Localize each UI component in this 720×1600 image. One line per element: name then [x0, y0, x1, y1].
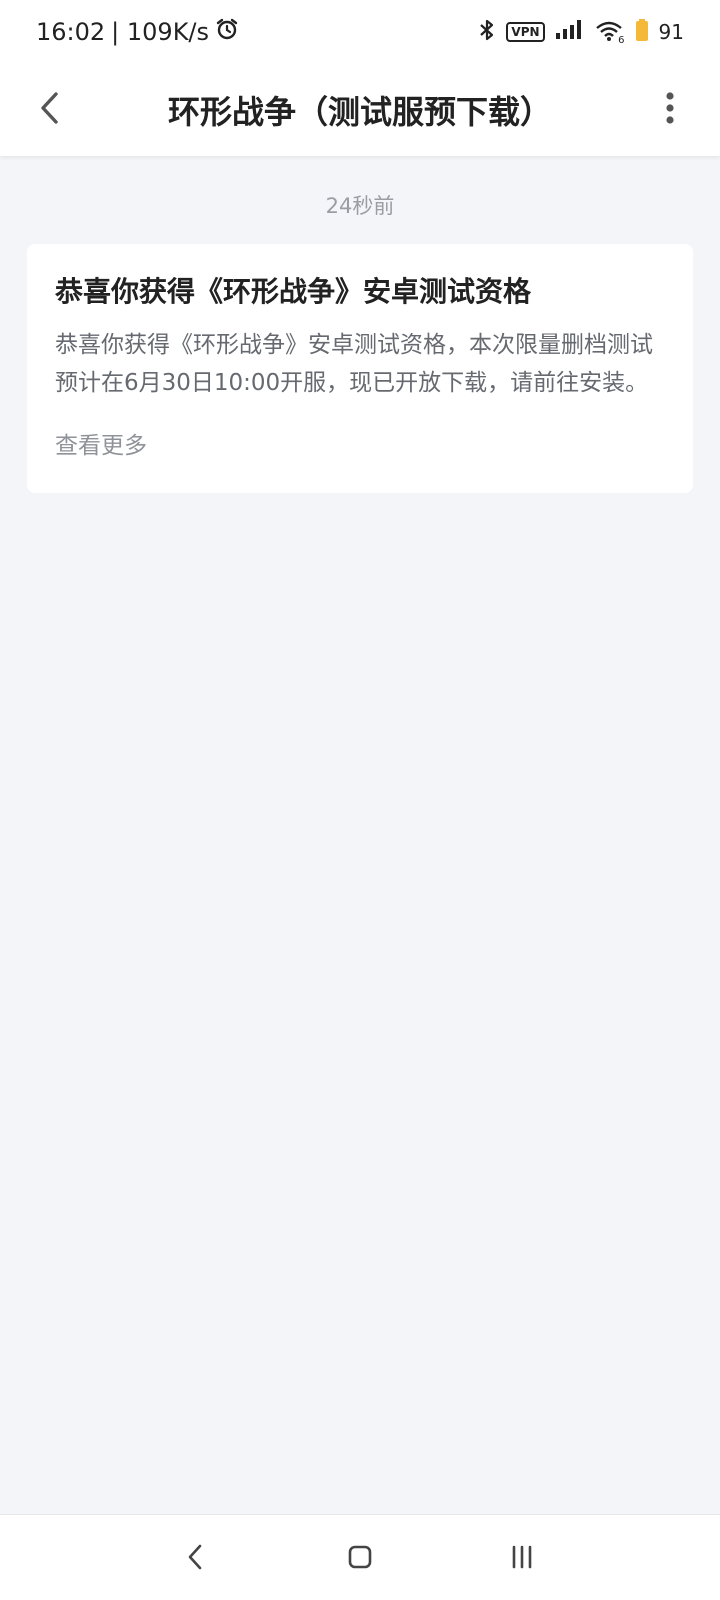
nav-home-button[interactable]	[330, 1529, 390, 1589]
wifi-icon: 6	[595, 20, 625, 46]
nav-recents-icon	[510, 1544, 534, 1574]
battery-icon	[635, 18, 649, 47]
more-vertical-icon	[665, 92, 675, 128]
back-button[interactable]	[22, 82, 78, 138]
bluetooth-icon	[478, 18, 496, 47]
message-card[interactable]: 恭喜你获得《环形战争》安卓测试资格 恭喜你获得《环形战争》安卓测试资格，本次限量…	[27, 244, 693, 493]
nav-back-button[interactable]	[166, 1529, 226, 1589]
nav-recents-button[interactable]	[492, 1529, 552, 1589]
status-bar-right: VPN 6 91	[478, 18, 684, 47]
nav-back-icon	[186, 1542, 206, 1576]
battery-level: 91	[658, 20, 684, 44]
status-network-speed: | 109K/s	[111, 18, 210, 46]
back-arrow-icon	[38, 90, 62, 130]
wifi-sub-label: 6	[618, 35, 625, 46]
message-timestamp: 24秒前	[325, 194, 395, 218]
more-options-button[interactable]	[642, 82, 698, 138]
alarm-icon	[215, 17, 239, 47]
status-time: 16:02	[36, 18, 106, 46]
system-nav-bar	[0, 1514, 720, 1600]
signal-icon	[555, 19, 585, 46]
message-body: 恭喜你获得《环形战争》安卓测试资格，本次限量删档测试预计在6月30日10:00开…	[55, 332, 653, 396]
view-more-link[interactable]: 查看更多	[55, 430, 665, 462]
nav-home-icon	[347, 1544, 373, 1574]
message-title: 恭喜你获得《环形战争》安卓测试资格	[55, 275, 532, 308]
page-title: 环形战争（测试服预下载）	[167, 93, 552, 131]
status-bar: 16:02 | 109K/s VPN 6 91	[0, 0, 720, 64]
header: 环形战争（测试服预下载）	[0, 64, 720, 156]
status-bar-left: 16:02 | 109K/s	[36, 17, 239, 47]
vpn-badge: VPN	[506, 22, 545, 42]
